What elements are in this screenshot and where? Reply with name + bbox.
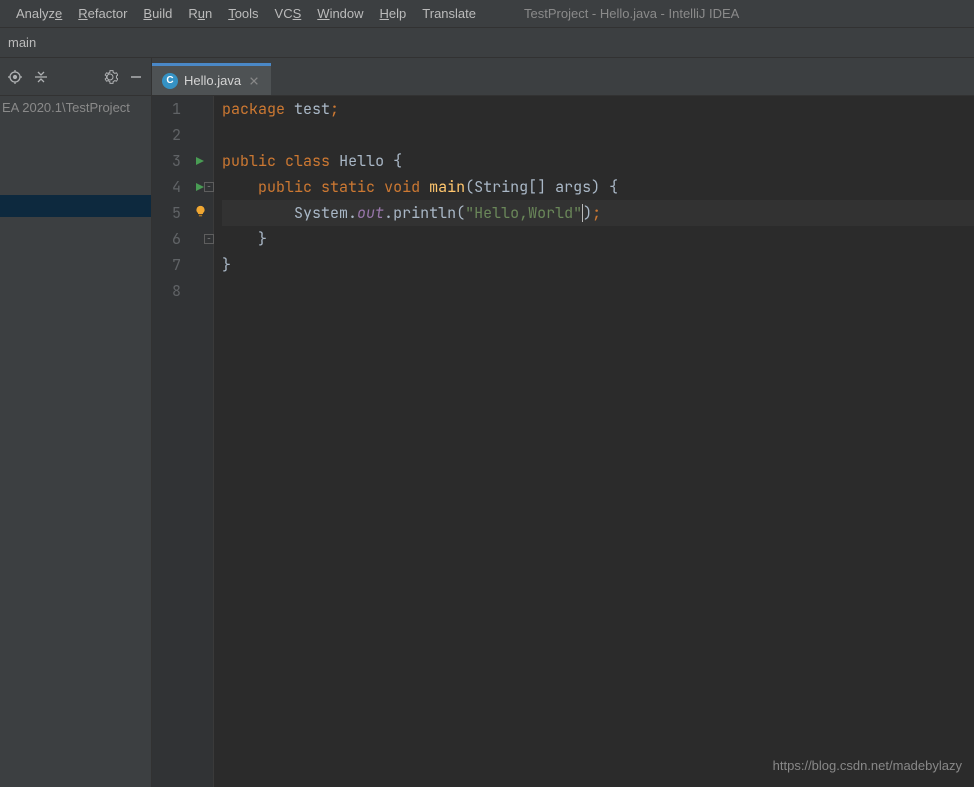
run-icon[interactable]	[195, 148, 205, 174]
menu-build[interactable]: Build	[135, 3, 180, 24]
target-icon[interactable]	[4, 66, 26, 88]
breadcrumb[interactable]: main	[8, 35, 36, 50]
menu-refactor[interactable]: Refactor	[70, 3, 135, 24]
collapse-icon[interactable]	[30, 66, 52, 88]
code-line[interactable]: public static void main(String[] args) {	[222, 174, 974, 200]
code-line[interactable]	[222, 278, 974, 304]
code-line[interactable]: }	[222, 226, 974, 252]
code-line-active[interactable]: System.out.println("Hello,World");	[222, 200, 974, 226]
project-sidebar: EA 2020.1\TestProject	[0, 58, 152, 787]
gutter-line[interactable]: 7	[152, 252, 213, 278]
window-title: TestProject - Hello.java - IntelliJ IDEA	[524, 6, 739, 21]
code-line[interactable]: public class Hello {	[222, 148, 974, 174]
close-icon[interactable]	[247, 74, 261, 88]
java-class-icon: C	[162, 73, 178, 89]
sidebar-toolbar	[0, 58, 151, 96]
tree-selected-row[interactable]	[0, 195, 151, 217]
gutter-line[interactable]: 2	[152, 122, 213, 148]
menu-run[interactable]: Run	[180, 3, 220, 24]
code-line[interactable]: }	[222, 252, 974, 278]
gear-icon[interactable]	[99, 66, 121, 88]
gutter-line[interactable]: 6 −	[152, 226, 213, 252]
gutter-line[interactable]: 5	[152, 200, 213, 226]
editor-area: C Hello.java 1 2 3 4 −	[152, 58, 974, 787]
project-tree-text[interactable]: EA 2020.1\TestProject	[0, 96, 151, 119]
fold-icon[interactable]: −	[204, 182, 214, 192]
menu-help[interactable]: Help	[372, 3, 415, 24]
code-body[interactable]: package test; public class Hello { publi…	[214, 96, 974, 787]
navigation-bar: main	[0, 28, 974, 58]
fold-icon[interactable]: −	[204, 234, 214, 244]
code-line[interactable]	[222, 122, 974, 148]
tab-bar: C Hello.java	[152, 58, 974, 96]
menu-window[interactable]: Window	[309, 3, 371, 24]
menu-vcs[interactable]: VCS	[267, 3, 310, 24]
menu-translate[interactable]: Translate	[414, 3, 484, 24]
menu-analyze[interactable]: Analyze	[8, 3, 70, 24]
gutter-line[interactable]: 4 −	[152, 174, 213, 200]
code-line[interactable]: package test;	[222, 96, 974, 122]
gutter-line[interactable]: 3	[152, 148, 213, 174]
tab-label: Hello.java	[184, 73, 241, 88]
lightbulb-icon[interactable]	[194, 200, 207, 226]
gutter: 1 2 3 4 − 5 6 − 7	[152, 96, 214, 787]
minimize-icon[interactable]	[125, 66, 147, 88]
gutter-line[interactable]: 1	[152, 96, 213, 122]
code-editor[interactable]: 1 2 3 4 − 5 6 − 7	[152, 96, 974, 787]
gutter-line[interactable]: 8	[152, 278, 213, 304]
menu-bar: Analyze Refactor Build Run Tools VCS Win…	[0, 0, 974, 28]
watermark-text: https://blog.csdn.net/madebylazy	[773, 758, 962, 773]
tab-hello-java[interactable]: C Hello.java	[152, 63, 271, 95]
menu-tools[interactable]: Tools	[220, 3, 266, 24]
